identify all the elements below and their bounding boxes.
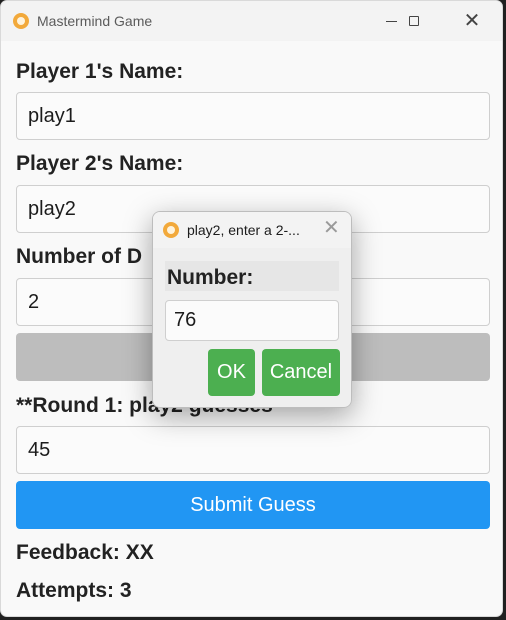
dialog-title: play2, enter a 2-...	[187, 222, 300, 238]
dialog-cancel-button[interactable]: Cancel	[262, 349, 340, 396]
dialog-app-icon	[163, 222, 179, 238]
dialog-title-bar: play2, enter a 2-... ✕	[153, 212, 351, 248]
guess-input[interactable]: 45	[16, 426, 490, 474]
feedback-text: Feedback: XX	[16, 541, 154, 564]
title-bar: Mastermind Game ✕	[1, 1, 502, 41]
dialog-number-label: Number:	[167, 266, 254, 289]
player1-input[interactable]: play1	[16, 92, 490, 140]
dialog-ok-button[interactable]: OK	[208, 349, 255, 396]
close-icon: ✕	[463, 10, 481, 32]
digits-label: Number of D	[16, 245, 142, 268]
input-dialog: play2, enter a 2-... ✕ Number: 76 OK Can…	[152, 211, 352, 408]
maximize-button[interactable]	[391, 1, 437, 41]
player1-label: Player 1's Name:	[16, 60, 184, 83]
player2-label: Player 2's Name:	[16, 152, 184, 175]
dialog-number-input[interactable]: 76	[165, 300, 339, 341]
app-icon	[13, 13, 29, 29]
dialog-close-icon[interactable]: ✕	[323, 218, 340, 238]
window-title: Mastermind Game	[37, 13, 153, 29]
submit-guess-button[interactable]: Submit Guess	[16, 481, 490, 529]
close-button[interactable]: ✕	[449, 1, 495, 41]
maximize-icon	[409, 16, 419, 26]
attempts-text: Attempts: 3	[16, 579, 132, 602]
